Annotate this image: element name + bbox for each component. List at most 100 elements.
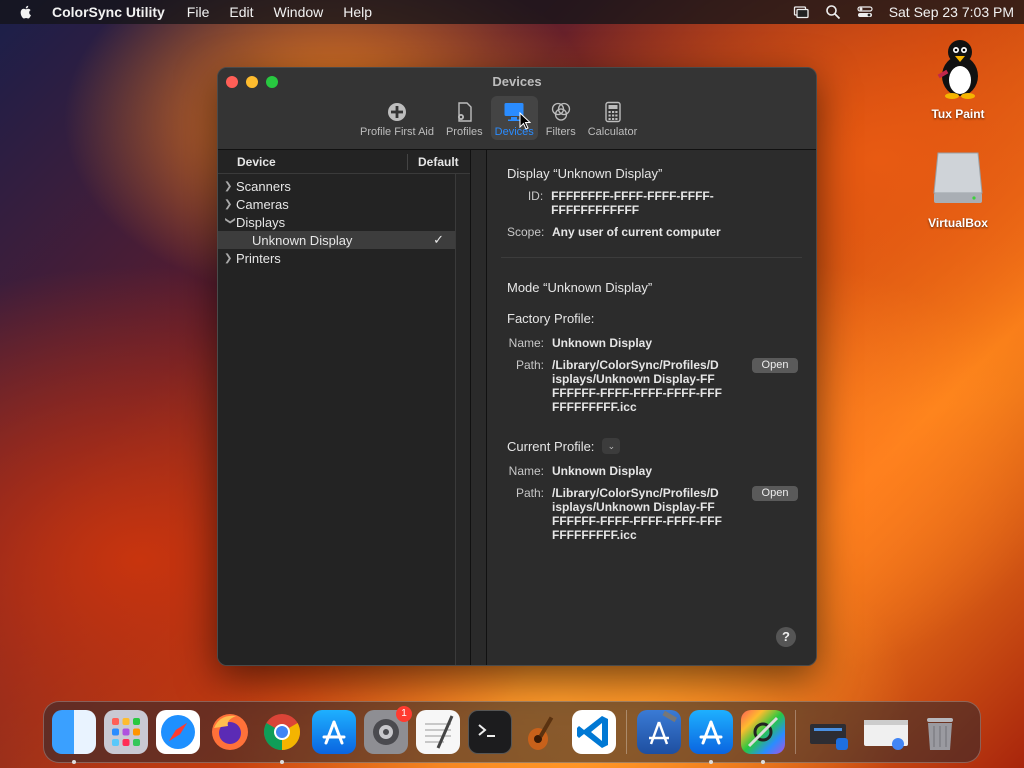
tree-item-scanners[interactable]: ❯ Scanners [218, 177, 470, 195]
dock-terminal-icon[interactable] [468, 710, 512, 754]
dock-xcode-icon[interactable] [637, 710, 681, 754]
menu-help[interactable]: Help [343, 4, 372, 20]
dock-app-store-2-icon[interactable] [689, 710, 733, 764]
spotlight-search-icon[interactable] [825, 4, 841, 20]
dock-stack-recent-icon[interactable] [862, 710, 910, 754]
split-divider[interactable] [471, 150, 487, 665]
running-indicator [72, 760, 76, 764]
dock-textedit-icon[interactable] [416, 710, 460, 754]
tab-profile-first-aid[interactable]: Profile First Aid [356, 96, 438, 140]
apple-logo-icon[interactable] [18, 4, 34, 20]
tab-filters[interactable]: Filters [542, 96, 580, 140]
screen-mirroring-icon[interactable] [793, 4, 809, 20]
filter-circles-icon [551, 102, 570, 121]
desktop-icon-label: Tux Paint [931, 107, 985, 121]
tree-item-label: Displays [236, 214, 286, 230]
dock-colorsync-icon[interactable] [741, 710, 785, 764]
tree-item-label: Unknown Display [252, 232, 353, 248]
current-profile-dropdown-chevron-icon[interactable]: ⌄ [602, 438, 621, 454]
running-indicator [709, 760, 713, 764]
dock-separator [795, 710, 796, 754]
menu-edit[interactable]: Edit [229, 4, 253, 20]
dock-launchpad-icon[interactable] [104, 710, 148, 754]
running-indicator [280, 760, 284, 764]
scope-row: Scope: Any user of current computer [507, 225, 796, 239]
list-header: Device Default [218, 150, 470, 174]
tree-item-cameras[interactable]: ❯ Cameras [218, 195, 470, 213]
chevron-right-icon[interactable]: ❯ [224, 181, 236, 192]
dock-firefox-icon[interactable] [208, 710, 252, 754]
tree-item-label: Cameras [236, 196, 289, 212]
menu-clock[interactable]: Sat Sep 23 7:03 PM [889, 4, 1014, 20]
window-title: Devices [492, 74, 542, 89]
dock-chrome-icon[interactable] [260, 710, 304, 764]
tree-item-printers[interactable]: ❯ Printers [218, 249, 470, 267]
chevron-down-icon[interactable]: ❯ [225, 216, 236, 228]
id-value: FFFFFFFF-FFFF-FFFF-FFFF-FFFFFFFFFFFF [551, 189, 714, 217]
chevron-right-icon[interactable]: ❯ [224, 253, 236, 264]
device-tree: ❯ Scanners ❯ Cameras ❯ Displays Unknown … [218, 174, 470, 267]
factory-open-button[interactable]: Open [752, 358, 798, 373]
firefox-logo-icon [212, 714, 248, 750]
device-sidebar: Device Default ❯ Scanners ❯ Cameras ❯ Di… [218, 150, 471, 665]
column-header-default[interactable]: Default [408, 155, 459, 169]
calculator-icon [604, 101, 621, 123]
dock-stack-downloads-icon[interactable] [806, 710, 854, 754]
disk-drive-icon [933, 152, 983, 203]
default-checkmark-icon: ✓ [433, 232, 444, 247]
factory-path-label: Path: [515, 358, 544, 372]
factory-name-row: Name: Unknown Display [507, 336, 796, 350]
factory-name-label: Name: [508, 336, 544, 350]
id-row: ID: FFFFFFFF-FFFF-FFFF-FFFF-FFFFFFFFFFFF [507, 189, 796, 217]
dock-trash-icon[interactable] [918, 710, 962, 754]
desktop-icon-tux-paint[interactable]: Tux Paint [913, 36, 1003, 121]
vscode-logo-icon [577, 716, 608, 748]
app-store-a-icon [322, 720, 346, 745]
dock-app-store-icon[interactable] [312, 710, 356, 754]
menu-window[interactable]: Window [273, 4, 323, 20]
factory-name-value: Unknown Display [552, 336, 653, 350]
tree-item-label: Printers [236, 250, 281, 266]
factory-profile-heading: Factory Profile: [507, 311, 796, 326]
current-open-button[interactable]: Open [752, 486, 798, 501]
factory-profile-label: Factory Profile: [507, 311, 595, 326]
plus-circle-icon [387, 103, 406, 121]
tab-calculator[interactable]: Calculator [584, 96, 642, 140]
menu-app-name[interactable]: ColorSync Utility [52, 4, 165, 20]
tab-label: Profiles [445, 126, 483, 138]
desktop-icon-virtualbox[interactable]: VirtualBox [913, 145, 1003, 230]
factory-path-value: /Library/ColorSync/Profiles/Displays/Unk… [552, 358, 722, 414]
tab-label: Calculator [587, 126, 638, 138]
tree-item-displays[interactable]: ❯ Displays [218, 213, 470, 231]
trash-icon [927, 718, 953, 750]
window-stack-icon [864, 720, 908, 750]
mode-heading: Mode “Unknown Display” [507, 280, 653, 295]
guitar-icon [528, 716, 554, 750]
tree-item-unknown-display[interactable]: Unknown Display ✓ [218, 231, 470, 249]
terminal-prompt-icon [478, 724, 495, 737]
chevron-right-icon[interactable]: ❯ [224, 199, 236, 210]
dock-system-settings-icon[interactable]: 1 [364, 706, 412, 754]
tab-profiles[interactable]: Profiles [442, 96, 487, 140]
tab-label: Filters [545, 126, 576, 138]
dock-finder-icon[interactable] [52, 710, 96, 764]
help-button[interactable]: ? [776, 627, 796, 647]
dock-safari-icon[interactable] [156, 710, 200, 754]
app-store-a-icon [699, 720, 723, 745]
dock-separator [626, 710, 627, 754]
dock-garageband-icon[interactable] [520, 710, 564, 754]
sidebar-scrollbar[interactable] [455, 174, 470, 665]
notification-badge: 1 [396, 706, 412, 722]
control-center-icon[interactable] [857, 4, 873, 20]
desktop-icon-label: VirtualBox [928, 216, 988, 230]
document-gear-icon [458, 102, 473, 122]
launchpad-grid-icon [112, 718, 140, 746]
current-path-label: Path: [515, 486, 544, 500]
current-name-row: Name: Unknown Display [507, 464, 796, 478]
colorsync-wrench-icon [747, 716, 779, 748]
display-heading: Display “Unknown Display” [507, 166, 663, 181]
menu-file[interactable]: File [187, 4, 210, 20]
column-header-device[interactable]: Device [218, 153, 408, 170]
current-path-value: /Library/ColorSync/Profiles/Displays/Unk… [552, 486, 722, 542]
dock-vscode-icon[interactable] [572, 710, 616, 754]
